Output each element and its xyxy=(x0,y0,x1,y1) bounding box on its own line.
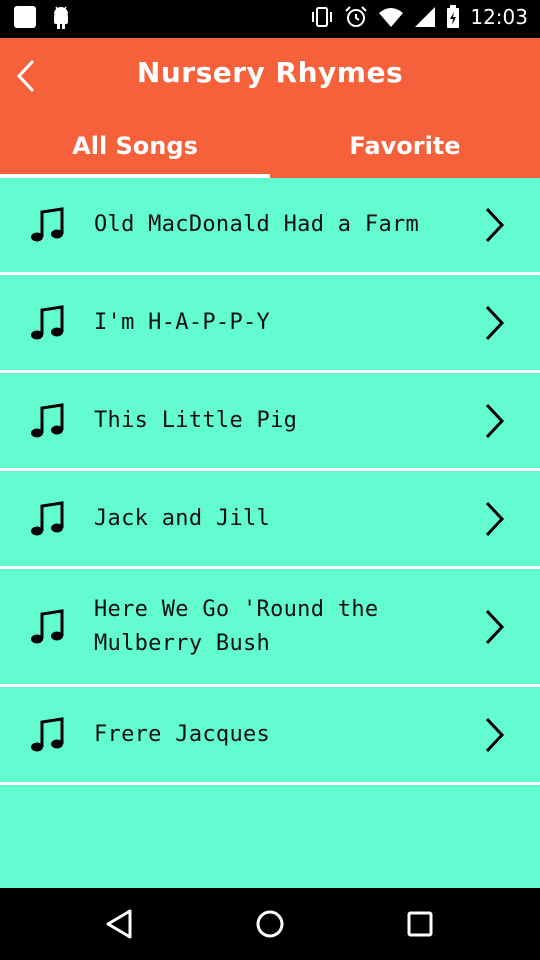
notification-square-icon xyxy=(14,6,36,28)
list-item[interactable]: Jack and Jill xyxy=(0,471,540,569)
wifi-icon xyxy=(379,8,404,27)
chevron-right-icon xyxy=(485,501,505,536)
recents-square-icon[interactable] xyxy=(402,906,438,942)
tab-favorite[interactable]: Favorite xyxy=(270,126,540,178)
music-note-icon xyxy=(31,304,64,339)
list-item[interactable]: I'm H-A-P-P-Y xyxy=(0,275,540,373)
chevron-right-icon xyxy=(485,305,505,340)
chevron-right-icon xyxy=(485,609,505,644)
list-item[interactable]: Frere Jacques xyxy=(0,687,540,785)
list-item[interactable]: Here We Go 'Round the Mulberry Bush xyxy=(0,569,540,687)
chevron-right-icon xyxy=(485,403,505,438)
list-item[interactable]: This Little Pig xyxy=(0,373,540,471)
song-title: This Little Pig xyxy=(94,407,298,433)
music-note-icon xyxy=(31,402,64,437)
navigation-bar xyxy=(0,888,540,960)
battery-icon xyxy=(447,5,460,28)
tab-all-songs[interactable]: All Songs xyxy=(0,126,270,178)
tab-bar: All Songs Favorite xyxy=(0,126,540,178)
song-title: Frere Jacques xyxy=(94,721,271,747)
chevron-right-icon xyxy=(485,207,505,243)
android-icon xyxy=(54,6,68,29)
back-triangle-icon[interactable] xyxy=(102,906,138,942)
vibrate-icon xyxy=(312,7,333,27)
alarm-icon xyxy=(345,6,368,27)
status-bar: 12:03 xyxy=(0,0,540,38)
song-title: Jack and Jill xyxy=(94,505,271,531)
status-time: 12:03 xyxy=(470,5,528,29)
chevron-right-icon xyxy=(485,717,505,752)
list-item[interactable]: Old MacDonald Had a Farm xyxy=(0,178,540,275)
music-note-icon xyxy=(31,716,64,751)
song-title: Here We Go 'Round the Mulberry Bush xyxy=(94,596,379,656)
signal-icon xyxy=(415,7,436,27)
home-circle-icon[interactable] xyxy=(252,906,288,942)
app-header: Nursery Rhymes All Songs Favorite xyxy=(0,38,540,178)
song-title: Old MacDonald Had a Farm xyxy=(94,212,420,237)
page-title: Nursery Rhymes xyxy=(136,56,404,89)
music-note-icon xyxy=(31,207,64,242)
music-note-icon xyxy=(31,500,64,535)
music-note-icon xyxy=(31,608,64,643)
song-list: Old MacDonald Had a Farm I'm H-A-P-P-Y T… xyxy=(0,178,540,888)
song-title: I'm H-A-P-P-Y xyxy=(94,309,271,335)
